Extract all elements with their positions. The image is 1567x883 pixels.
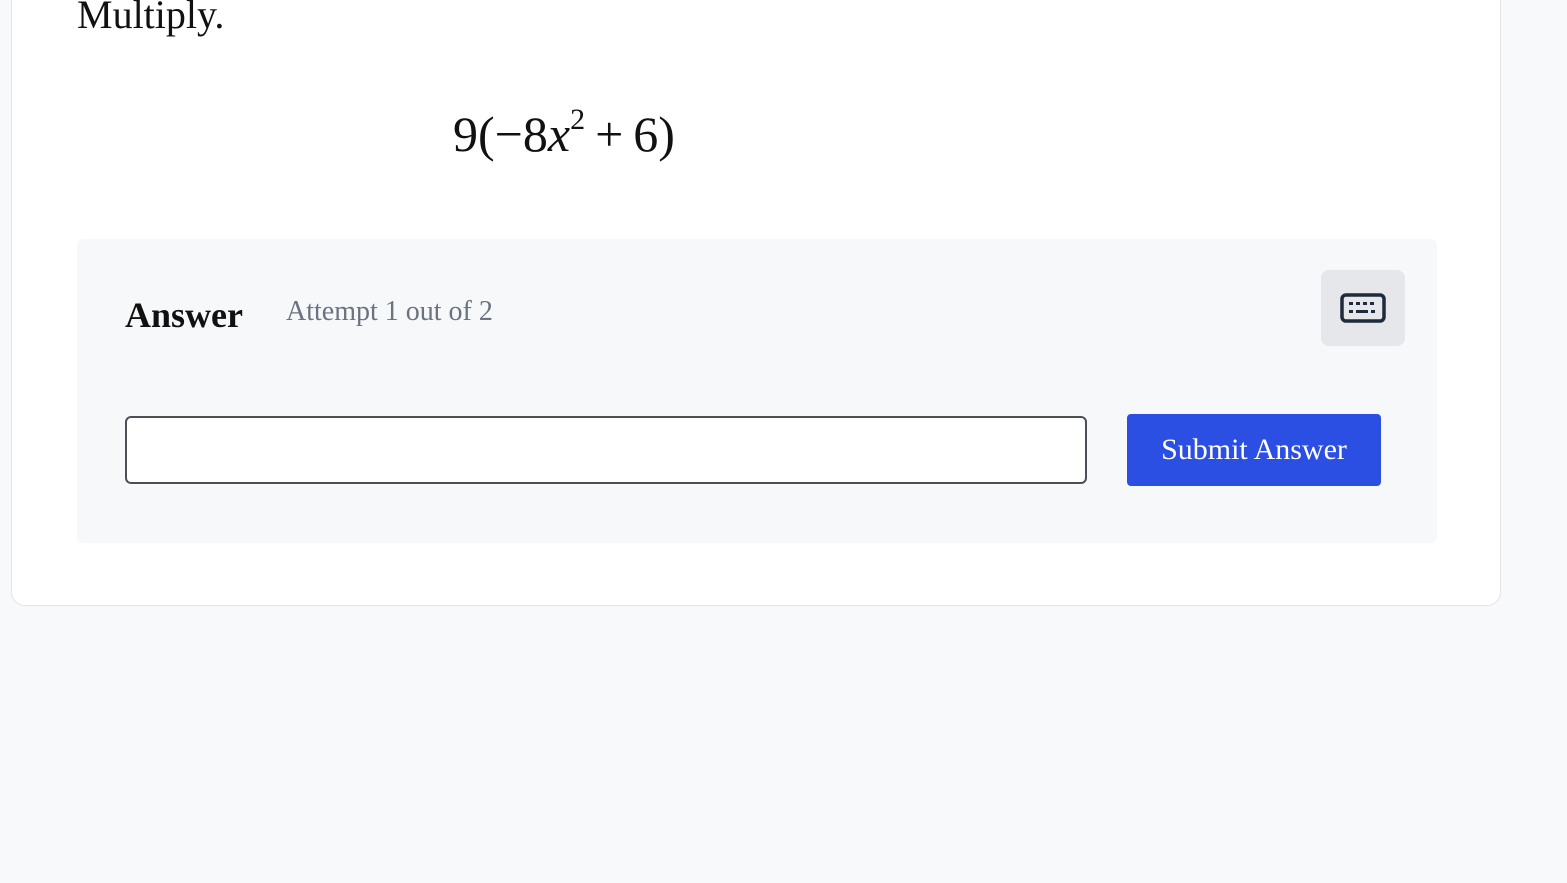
expression-negative-coefficient: −8 [494, 106, 548, 162]
submit-answer-button[interactable]: Submit Answer [1127, 414, 1381, 486]
expression-open-paren: ( [478, 106, 495, 162]
expression-close-paren: ) [658, 106, 675, 162]
answer-input[interactable] [125, 416, 1087, 484]
attempt-counter: Attempt 1 out of 2 [286, 296, 493, 327]
expression-constant: 6 [633, 106, 659, 162]
math-keyboard-toggle-button[interactable] [1321, 270, 1405, 346]
expression-coefficient: 9 [453, 106, 478, 162]
answer-panel: Answer Attempt 1 out of 2 Submit Answer [77, 239, 1437, 543]
question-card: Multiply. 9(−8x2 +6) Answer Attempt 1 out… [11, 0, 1501, 606]
expression-operator: + [595, 106, 624, 162]
expression-exponent: 2 [570, 103, 586, 137]
math-expression: 9(−8x2 +6) [453, 105, 675, 162]
keyboard-icon [1340, 293, 1386, 323]
expression-variable: x [547, 106, 571, 162]
answer-label: Answer [125, 295, 243, 335]
question-prompt: Multiply. [77, 0, 225, 37]
